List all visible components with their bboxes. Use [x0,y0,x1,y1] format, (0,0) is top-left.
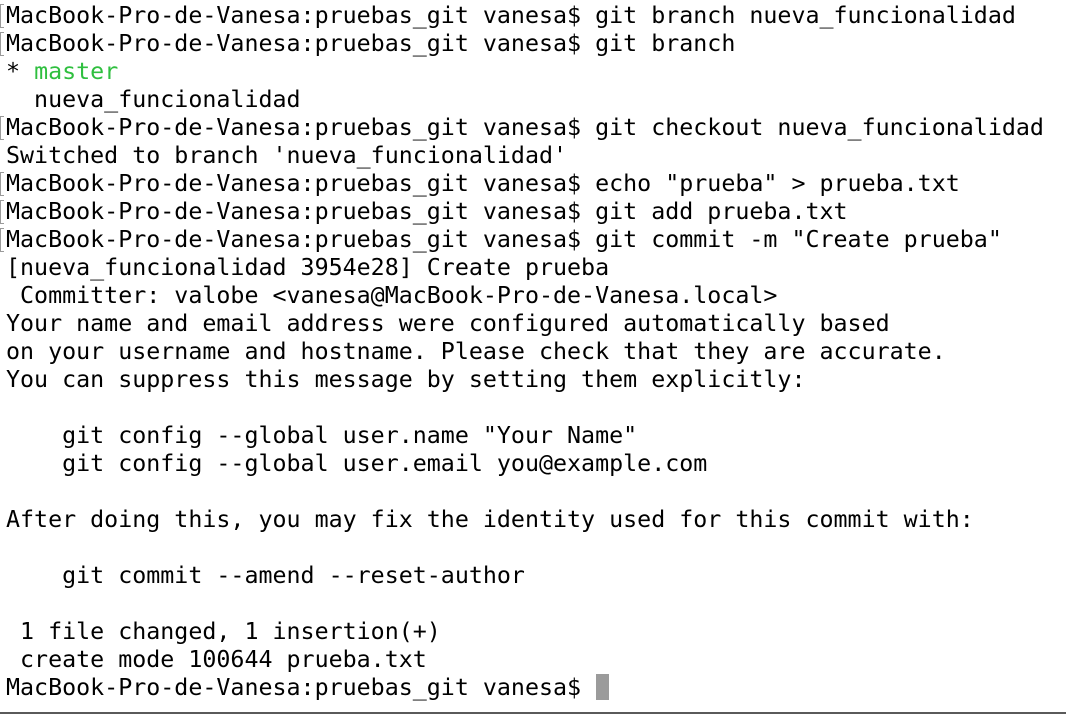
terminal-line-command: MacBook-Pro-de-Vanesa:pruebas_git vanesa… [0,226,1044,254]
line-text: Committer: valobe <vanesa@MacBook-Pro-de… [6,282,778,309]
command-mark [0,4,4,28]
line-text: [nueva_funcionalidad 3954e28] Create pru… [6,254,610,281]
terminal-line-command: MacBook-Pro-de-Vanesa:pruebas_git vanesa… [0,170,1044,198]
terminal-line-output: Committer: valobe <vanesa@MacBook-Pro-de… [6,282,1044,310]
line-text: MacBook-Pro-de-Vanesa:pruebas_git vanesa… [6,170,960,197]
line-text: on your username and hostname. Please ch… [6,338,946,365]
line-text: You can suppress this message by setting… [6,366,806,393]
terminal-line-output: Switched to branch 'nueva_funcionalidad' [6,142,1044,170]
line-text: create mode 100644 prueba.txt [6,646,427,673]
branch-list-item-current: * master [6,58,1044,86]
line-text: git commit --amend --reset-author [6,562,525,589]
current-branch-name: master [34,58,119,85]
terminal-line-command: MacBook-Pro-de-Vanesa:pruebas_git vanesa… [0,30,1044,58]
terminal-line-output: git config --global user.name "Your Name… [6,422,1044,450]
command-mark [0,200,4,224]
line-text: git config --global user.email you@examp… [6,450,708,477]
terminal-prompt-line[interactable]: MacBook-Pro-de-Vanesa:pruebas_git vanesa… [6,674,1044,702]
command-mark [0,116,4,140]
branch-list-item: nueva_funcionalidad [6,86,1044,114]
command-mark [0,172,4,196]
terminal-line-output: After doing this, you may fix the identi… [6,506,1044,534]
terminal-line-output: You can suppress this message by setting… [6,366,1044,394]
line-text: MacBook-Pro-de-Vanesa:pruebas_git vanesa… [6,198,848,225]
terminal-line-output: create mode 100644 prueba.txt [6,646,1044,674]
terminal-line-output: on your username and hostname. Please ch… [6,338,1044,366]
shell-prompt: MacBook-Pro-de-Vanesa:pruebas_git vanesa… [6,674,596,701]
line-text: MacBook-Pro-de-Vanesa:pruebas_git vanesa… [6,2,1016,29]
command-mark [0,32,4,56]
line-text: Your name and email address were configu… [6,310,890,337]
command-mark [0,228,4,252]
terminal-output: MacBook-Pro-de-Vanesa:pruebas_git vanesa… [0,2,1044,702]
line-text: MacBook-Pro-de-Vanesa:pruebas_git vanesa… [6,114,1044,141]
terminal-line-command: MacBook-Pro-de-Vanesa:pruebas_git vanesa… [0,2,1044,30]
line-text: After doing this, you may fix the identi… [6,506,974,533]
line-text: nueva_funcionalidad [6,86,301,113]
terminal-line-command: MacBook-Pro-de-Vanesa:pruebas_git vanesa… [0,198,1044,226]
terminal-line-output: git config --global user.email you@examp… [6,450,1044,478]
line-text: MacBook-Pro-de-Vanesa:pruebas_git vanesa… [6,226,1002,253]
terminal-line-output: 1 file changed, 1 insertion(+) [6,618,1044,646]
text-cursor [596,674,610,700]
line-text: MacBook-Pro-de-Vanesa:pruebas_git vanesa… [6,30,736,57]
terminal-line-output: [nueva_funcionalidad 3954e28] Create pru… [6,254,1044,282]
terminal-line-command: MacBook-Pro-de-Vanesa:pruebas_git vanesa… [0,114,1044,142]
terminal-window[interactable]: MacBook-Pro-de-Vanesa:pruebas_git vanesa… [0,0,1066,714]
line-text: Switched to branch 'nueva_funcionalidad' [6,142,568,169]
line-text: git config --global user.name "Your Name… [6,422,638,449]
current-branch-marker: * [6,58,35,85]
line-text: 1 file changed, 1 insertion(+) [6,618,441,645]
terminal-line-output: Your name and email address were configu… [6,310,1044,338]
terminal-line-output: git commit --amend --reset-author [6,562,1044,590]
